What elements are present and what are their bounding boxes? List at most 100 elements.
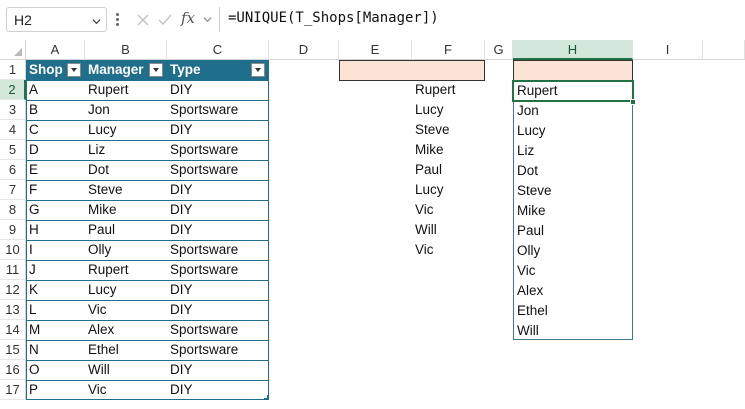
table-cell[interactable]: Steve bbox=[85, 180, 167, 200]
table-cell[interactable]: O bbox=[26, 360, 85, 380]
table-cell[interactable]: H bbox=[26, 220, 85, 240]
table-cell[interactable]: Alex bbox=[85, 320, 167, 340]
table-cell[interactable]: Paul bbox=[85, 220, 167, 240]
table-cell[interactable]: N bbox=[26, 340, 85, 360]
row-header-9[interactable]: 9 bbox=[0, 220, 26, 240]
table-cell[interactable]: DIY bbox=[167, 280, 269, 300]
row-header-13[interactable]: 13 bbox=[0, 300, 26, 320]
table-cell[interactable]: Vic bbox=[85, 300, 167, 320]
table-cell[interactable]: Lucy bbox=[85, 280, 167, 300]
filtered-manager[interactable]: Vic bbox=[412, 240, 482, 260]
table-cell[interactable]: DIY bbox=[167, 120, 269, 140]
table-header-type[interactable]: Type bbox=[167, 60, 269, 80]
table-cell[interactable]: A bbox=[26, 80, 85, 100]
row-header-5[interactable]: 5 bbox=[0, 140, 26, 160]
fx-icon[interactable]: fx bbox=[181, 9, 201, 27]
table-cell[interactable]: Sportsware bbox=[167, 340, 269, 360]
table-cell[interactable]: Sportsware bbox=[167, 320, 269, 340]
table-cell[interactable]: D bbox=[26, 140, 85, 160]
table-cell[interactable]: C bbox=[26, 120, 85, 140]
fill-handle[interactable] bbox=[630, 99, 636, 105]
cancel-icon[interactable] bbox=[135, 12, 151, 28]
table-cell[interactable]: DIY bbox=[167, 300, 269, 320]
name-box[interactable]: H2 bbox=[6, 7, 107, 32]
table-cell[interactable]: Sportsware bbox=[167, 100, 269, 120]
table-cell[interactable]: DIY bbox=[167, 200, 269, 220]
row-header-10[interactable]: 10 bbox=[0, 240, 26, 260]
table-cell[interactable]: F bbox=[26, 180, 85, 200]
table-cell[interactable]: Will bbox=[85, 360, 167, 380]
more-options-icon[interactable] bbox=[116, 13, 119, 27]
table-cell[interactable]: I bbox=[26, 240, 85, 260]
row-header-17[interactable]: 17 bbox=[0, 380, 26, 400]
table-cell[interactable]: Sportsware bbox=[167, 260, 269, 280]
table-cell[interactable]: E bbox=[26, 160, 85, 180]
table-cell[interactable]: DIY bbox=[167, 380, 269, 400]
column-header-e[interactable]: E bbox=[339, 40, 412, 60]
formula-input[interactable]: =UNIQUE(T_Shops[Manager]) bbox=[228, 10, 439, 26]
filtered-manager[interactable]: Rupert bbox=[412, 80, 482, 100]
row-header-14[interactable]: 14 bbox=[0, 320, 26, 340]
table-cell[interactable]: Dot bbox=[85, 160, 167, 180]
column-header-a[interactable]: A bbox=[26, 40, 85, 60]
table-cell[interactable]: M bbox=[26, 320, 85, 340]
table-cell[interactable]: Rupert bbox=[85, 260, 167, 280]
table-cell[interactable]: K bbox=[26, 280, 85, 300]
table-cell[interactable]: Sportsware bbox=[167, 240, 269, 260]
row-header-4[interactable]: 4 bbox=[0, 120, 26, 140]
filter-dropdown-icon[interactable] bbox=[149, 63, 163, 77]
column-header-i[interactable]: I bbox=[633, 40, 703, 60]
table-cell[interactable]: DIY bbox=[167, 360, 269, 380]
select-all-button[interactable] bbox=[0, 40, 26, 60]
table-cell[interactable]: Lucy bbox=[85, 120, 167, 140]
table-cell[interactable]: P bbox=[26, 380, 85, 400]
table-cell[interactable]: Ethel bbox=[85, 340, 167, 360]
filtered-manager[interactable]: Paul bbox=[412, 160, 482, 180]
table-header-shop[interactable]: Shop bbox=[26, 60, 85, 80]
filter-dropdown-icon[interactable] bbox=[67, 63, 81, 77]
row-header-6[interactable]: 6 bbox=[0, 160, 26, 180]
filtered-manager[interactable]: Vic bbox=[412, 200, 482, 220]
column-header-c[interactable]: C bbox=[167, 40, 269, 60]
table-cell[interactable]: DIY bbox=[167, 180, 269, 200]
column-header-f[interactable]: F bbox=[412, 40, 485, 60]
worksheet-grid[interactable]: ABCDEFGHI 1 2 3 4 5 6 7 8 9 10 11 12 13 14 15 16 17 Shop… bbox=[0, 40, 745, 409]
column-header-b[interactable]: B bbox=[85, 40, 167, 60]
chevron-down-icon[interactable] bbox=[203, 15, 212, 24]
table-cell[interactable]: Rupert bbox=[85, 80, 167, 100]
table-cell[interactable]: G bbox=[26, 200, 85, 220]
table-resize-handle[interactable] bbox=[264, 395, 269, 400]
table-cell[interactable]: B bbox=[26, 100, 85, 120]
chevron-down-icon[interactable] bbox=[92, 17, 101, 26]
enter-icon[interactable] bbox=[157, 12, 173, 28]
table-cell[interactable]: Liz bbox=[85, 140, 167, 160]
table-cell[interactable]: Mike bbox=[85, 200, 167, 220]
table-cell[interactable]: L bbox=[26, 300, 85, 320]
filtered-manager[interactable]: Steve bbox=[412, 120, 482, 140]
row-header-3[interactable]: 3 bbox=[0, 100, 26, 120]
table-cell[interactable]: DIY bbox=[167, 220, 269, 240]
filtered-manager[interactable]: Mike bbox=[412, 140, 482, 160]
row-header-8[interactable]: 8 bbox=[0, 200, 26, 220]
row-header-16[interactable]: 16 bbox=[0, 360, 26, 380]
column-header-d[interactable]: D bbox=[269, 40, 339, 60]
table-header-manager[interactable]: Manager bbox=[85, 60, 167, 80]
column-header-h[interactable]: H bbox=[513, 40, 633, 60]
row-header-11[interactable]: 11 bbox=[0, 260, 26, 280]
table-cell[interactable]: Olly bbox=[85, 240, 167, 260]
row-header-2[interactable]: 2 bbox=[0, 80, 26, 100]
table-cell[interactable]: J bbox=[26, 260, 85, 280]
row-header-15[interactable]: 15 bbox=[0, 340, 26, 360]
filtered-manager[interactable]: Lucy bbox=[412, 100, 482, 120]
table-cell[interactable]: Jon bbox=[85, 100, 167, 120]
row-header-1[interactable]: 1 bbox=[0, 60, 26, 80]
table-cell[interactable]: DIY bbox=[167, 80, 269, 100]
filter-dropdown-icon[interactable] bbox=[251, 63, 265, 77]
table-cell[interactable]: Sportsware bbox=[167, 140, 269, 160]
filtered-manager[interactable]: Lucy bbox=[412, 180, 482, 200]
row-header-7[interactable]: 7 bbox=[0, 180, 26, 200]
column-header-g[interactable]: G bbox=[485, 40, 513, 60]
row-header-12[interactable]: 12 bbox=[0, 280, 26, 300]
filtered-manager[interactable]: Will bbox=[412, 220, 482, 240]
table-cell[interactable]: Sportsware bbox=[167, 160, 269, 180]
